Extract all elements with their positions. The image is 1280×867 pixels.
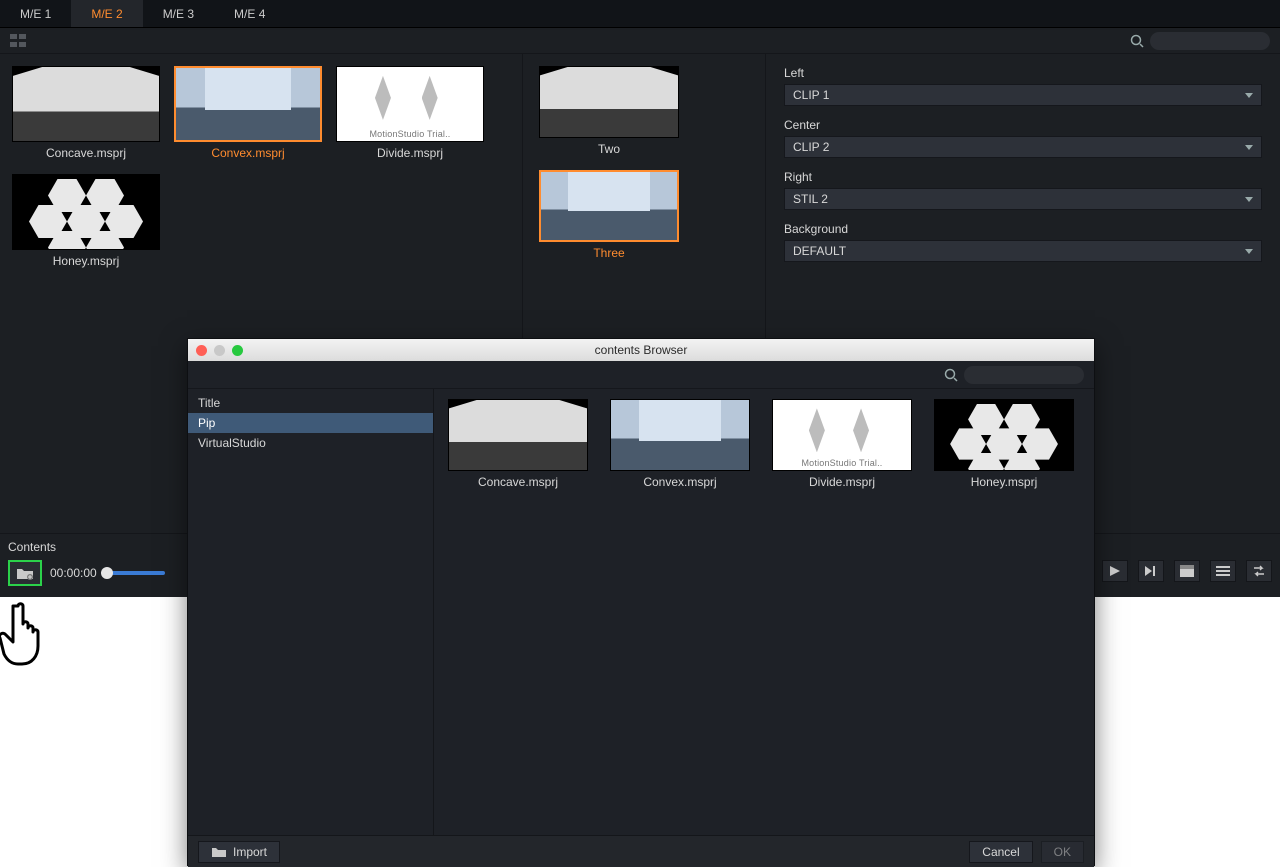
timeline-slider[interactable]: [105, 571, 165, 575]
contents-label: Contents: [8, 540, 56, 554]
thumb-grid-left: Concave.msprj Convex.msprj MotionStudio …: [12, 66, 510, 268]
chevron-down-icon: [1245, 93, 1253, 98]
field-label-background: Background: [784, 222, 1262, 236]
field-label-left: Left: [784, 66, 1262, 80]
thumb-label: Convex.msprj: [643, 475, 716, 489]
dialog-toolbar: [188, 361, 1094, 389]
loop-button[interactable]: [1246, 560, 1272, 582]
folder-plus-icon: [16, 566, 34, 580]
select-value: STIL 2: [793, 192, 828, 206]
ok-label: OK: [1054, 845, 1071, 859]
field-label-right: Right: [784, 170, 1262, 184]
dialog-title: contents Browser: [188, 343, 1094, 357]
dialog-thumb-grid: Concave.msprj Convex.msprj MotionStudio …: [434, 389, 1094, 835]
thumb-concave[interactable]: Concave.msprj: [444, 399, 592, 489]
chevron-down-icon: [1245, 197, 1253, 202]
select-value: CLIP 1: [793, 88, 829, 102]
thumb-divide[interactable]: MotionStudio Trial.. Divide.msprj: [336, 66, 484, 160]
field-label-center: Center: [784, 118, 1262, 132]
category-virtualstudio[interactable]: VirtualStudio: [188, 433, 433, 453]
cancel-button[interactable]: Cancel: [969, 841, 1032, 863]
select-right[interactable]: STIL 2: [784, 188, 1262, 210]
dialog-search-input[interactable]: [964, 366, 1084, 384]
thumb-label: Divide.msprj: [809, 475, 875, 489]
thumb-label: Divide.msprj: [377, 146, 443, 160]
chevron-down-icon: [1245, 249, 1253, 254]
chevron-down-icon: [1245, 145, 1253, 150]
thumb-convex[interactable]: Convex.msprj: [606, 399, 754, 489]
tab-me2[interactable]: M/E 2: [71, 0, 142, 27]
thumb-label: Honey.msprj: [971, 475, 1037, 489]
dialog-titlebar[interactable]: contents Browser: [188, 339, 1094, 361]
search: [1130, 32, 1270, 50]
thumb-honey[interactable]: Honey.msprj: [12, 174, 160, 268]
thumb-label: Honey.msprj: [53, 254, 119, 268]
thumb-honey[interactable]: Honey.msprj: [930, 399, 1078, 489]
select-center[interactable]: CLIP 2: [784, 136, 1262, 158]
tab-me1[interactable]: M/E 1: [0, 0, 71, 27]
search-icon: [1130, 34, 1144, 48]
category-title[interactable]: Title: [188, 393, 433, 413]
me-tabs: M/E 1M/E 2M/E 3M/E 4: [0, 0, 1280, 28]
search-input[interactable]: [1150, 32, 1270, 50]
thumb-concave[interactable]: Concave.msprj: [12, 66, 160, 160]
thumb-label: Concave.msprj: [46, 146, 126, 160]
thumb-concave[interactable]: Two: [535, 66, 683, 156]
contents-browser-dialog: contents Browser TitlePipVirtualStudio C…: [187, 338, 1095, 866]
thumb-divide[interactable]: MotionStudio Trial.. Divide.msprj: [768, 399, 916, 489]
thumb-convex[interactable]: Three: [535, 170, 683, 260]
search-icon: [944, 368, 958, 382]
tab-me4[interactable]: M/E 4: [214, 0, 285, 27]
thumb-grid-mid: Two Three: [535, 66, 753, 260]
grid-view-icon[interactable]: [10, 34, 28, 48]
thumb-convex[interactable]: Convex.msprj: [174, 66, 322, 160]
next-button[interactable]: [1138, 560, 1164, 582]
toolbar: [0, 28, 1280, 54]
thumb-label: Convex.msprj: [211, 146, 284, 160]
cursor-hand-icon: [0, 598, 60, 670]
import-label: Import: [233, 845, 267, 859]
category-pip[interactable]: Pip: [188, 413, 433, 433]
thumb-label: Concave.msprj: [478, 475, 558, 489]
import-button[interactable]: Import: [198, 841, 280, 863]
clapboard-button[interactable]: [1174, 560, 1200, 582]
select-value: CLIP 2: [793, 140, 829, 154]
play-button[interactable]: [1102, 560, 1128, 582]
list-button[interactable]: [1210, 560, 1236, 582]
thumb-label: Three: [593, 246, 624, 260]
select-left[interactable]: CLIP 1: [784, 84, 1262, 106]
folder-plus-icon: [211, 846, 227, 858]
select-value: DEFAULT: [793, 244, 846, 258]
timecode: 00:00:00: [50, 566, 97, 580]
thumb-label: Two: [598, 142, 620, 156]
contents-browser-button[interactable]: [8, 560, 42, 586]
cancel-label: Cancel: [982, 845, 1019, 859]
dialog-categories: TitlePipVirtualStudio: [188, 389, 434, 835]
select-background[interactable]: DEFAULT: [784, 240, 1262, 262]
tab-me3[interactable]: M/E 3: [143, 0, 214, 27]
ok-button[interactable]: OK: [1041, 841, 1084, 863]
